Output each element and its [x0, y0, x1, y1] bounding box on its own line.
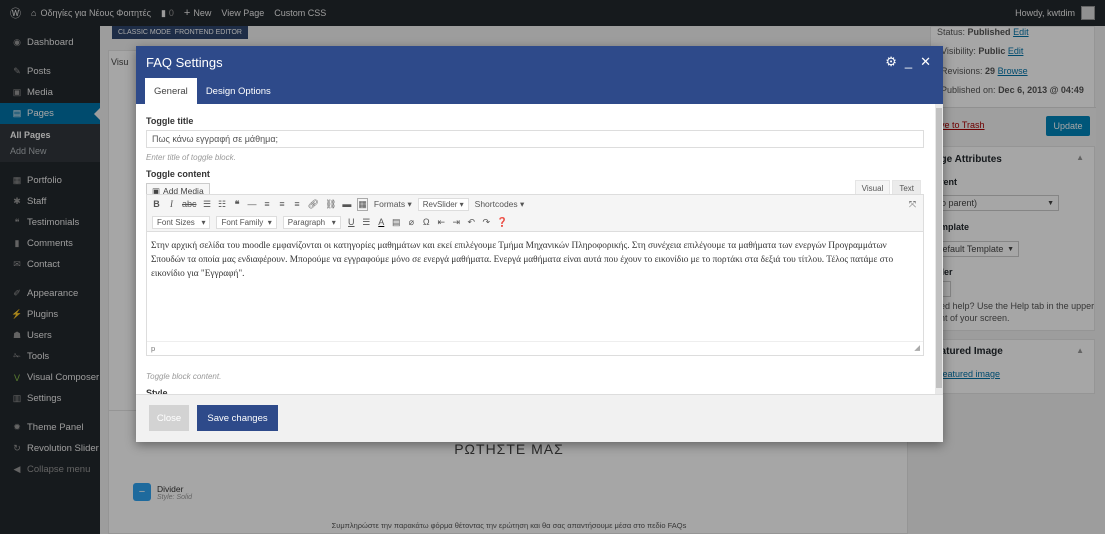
editor-content-area[interactable]: Στην αρχική σελίδα του moodle εμφανίζοντ…	[147, 231, 923, 341]
align-left-icon[interactable]: ≡	[263, 199, 272, 209]
link-icon[interactable]: 🔗︎	[308, 199, 319, 210]
italic-icon[interactable]: I	[167, 199, 176, 209]
blockquote-icon[interactable]: ❝	[233, 199, 242, 210]
underline-icon[interactable]: U	[347, 217, 356, 227]
paragraph-dropdown[interactable]: Paragraph ▾	[282, 215, 341, 229]
tab-design-options[interactable]: Design Options	[197, 78, 280, 104]
content-hint: Toggle block content.	[146, 372, 222, 381]
unlink-icon[interactable]: ⛓	[325, 199, 336, 210]
editor-statusbar: p ◢	[147, 341, 923, 355]
modal-footer: Close Save changes	[136, 394, 943, 442]
indent-icon[interactable]: ⇥	[452, 217, 461, 228]
scrollbar-thumb[interactable]	[936, 108, 942, 388]
read-more-icon[interactable]: ▬	[342, 199, 351, 209]
horizontal-line-icon[interactable]: —	[248, 199, 257, 209]
content-editor: B I abc ☰ ☷ ❝ — ≡ ≡ ≡ 🔗︎ ⛓ ▬ ▦ Formats ▾…	[146, 194, 924, 356]
help-icon[interactable]: ❓	[497, 217, 508, 228]
modal-tabs: General Design Options	[145, 78, 280, 104]
outdent-icon[interactable]: ⇤	[437, 217, 446, 228]
toggle-title-label: Toggle title	[146, 116, 194, 126]
shortcodes-dropdown[interactable]: Shortcodes ▾	[475, 199, 525, 210]
clear-formatting-icon[interactable]: ⌀	[407, 217, 416, 228]
font-family-dropdown[interactable]: Font Family ▾	[216, 215, 277, 229]
save-changes-button[interactable]: Save changes	[197, 405, 278, 431]
element-path: p	[151, 344, 156, 353]
align-center-icon[interactable]: ≡	[278, 199, 287, 209]
numbered-list-icon[interactable]: ☷	[218, 199, 227, 210]
editor-toolbar-row2: Font Sizes ▾ Font Family ▾ Paragraph ▾ U…	[147, 213, 923, 231]
formats-dropdown[interactable]: Formats ▾	[374, 199, 412, 210]
align-right-icon[interactable]: ≡	[293, 199, 302, 209]
bullet-list-icon[interactable]: ☰	[203, 199, 212, 210]
toggle-title-input[interactable]: Πως κάνω εγγραφή σε μάθημα;	[146, 130, 924, 148]
close-button[interactable]: Close	[149, 405, 189, 431]
redo-icon[interactable]: ↷	[482, 217, 491, 228]
undo-icon[interactable]: ↶	[467, 217, 476, 228]
toggle-content-label: Toggle content	[146, 169, 210, 179]
fullscreen-icon[interactable]: ⤧	[908, 199, 917, 210]
modal-header: FAQ Settings ⚙ _ ✕ General Design Option…	[136, 46, 943, 104]
gear-icon[interactable]: ⚙	[885, 54, 897, 70]
minimize-icon[interactable]: _	[905, 54, 912, 70]
bold-icon[interactable]: B	[152, 199, 161, 209]
modal-title: FAQ Settings	[146, 55, 223, 70]
modal-scrollbar[interactable]	[935, 104, 943, 394]
font-sizes-dropdown[interactable]: Font Sizes ▾	[152, 215, 211, 229]
toolbar-toggle-icon[interactable]: ▦	[357, 197, 368, 211]
revslider-dropdown[interactable]: RevSlider ▾	[417, 197, 469, 211]
special-character-icon[interactable]: Ω	[422, 217, 431, 227]
editor-toolbar-row1: B I abc ☰ ☷ ❝ — ≡ ≡ ≡ 🔗︎ ⛓ ▬ ▦ Formats ▾…	[147, 195, 923, 213]
close-icon[interactable]: ✕	[920, 54, 931, 70]
resize-handle-icon[interactable]: ◢	[914, 343, 920, 352]
text-color-icon[interactable]: A	[377, 217, 386, 227]
toggle-title-hint: Enter title of toggle block.	[146, 153, 236, 162]
paste-text-icon[interactable]: ▤	[392, 217, 401, 228]
justify-icon[interactable]: ☰	[362, 217, 371, 228]
faq-settings-modal: FAQ Settings ⚙ _ ✕ General Design Option…	[136, 46, 943, 442]
tab-general[interactable]: General	[145, 78, 197, 104]
strikethrough-icon[interactable]: abc	[182, 199, 197, 209]
